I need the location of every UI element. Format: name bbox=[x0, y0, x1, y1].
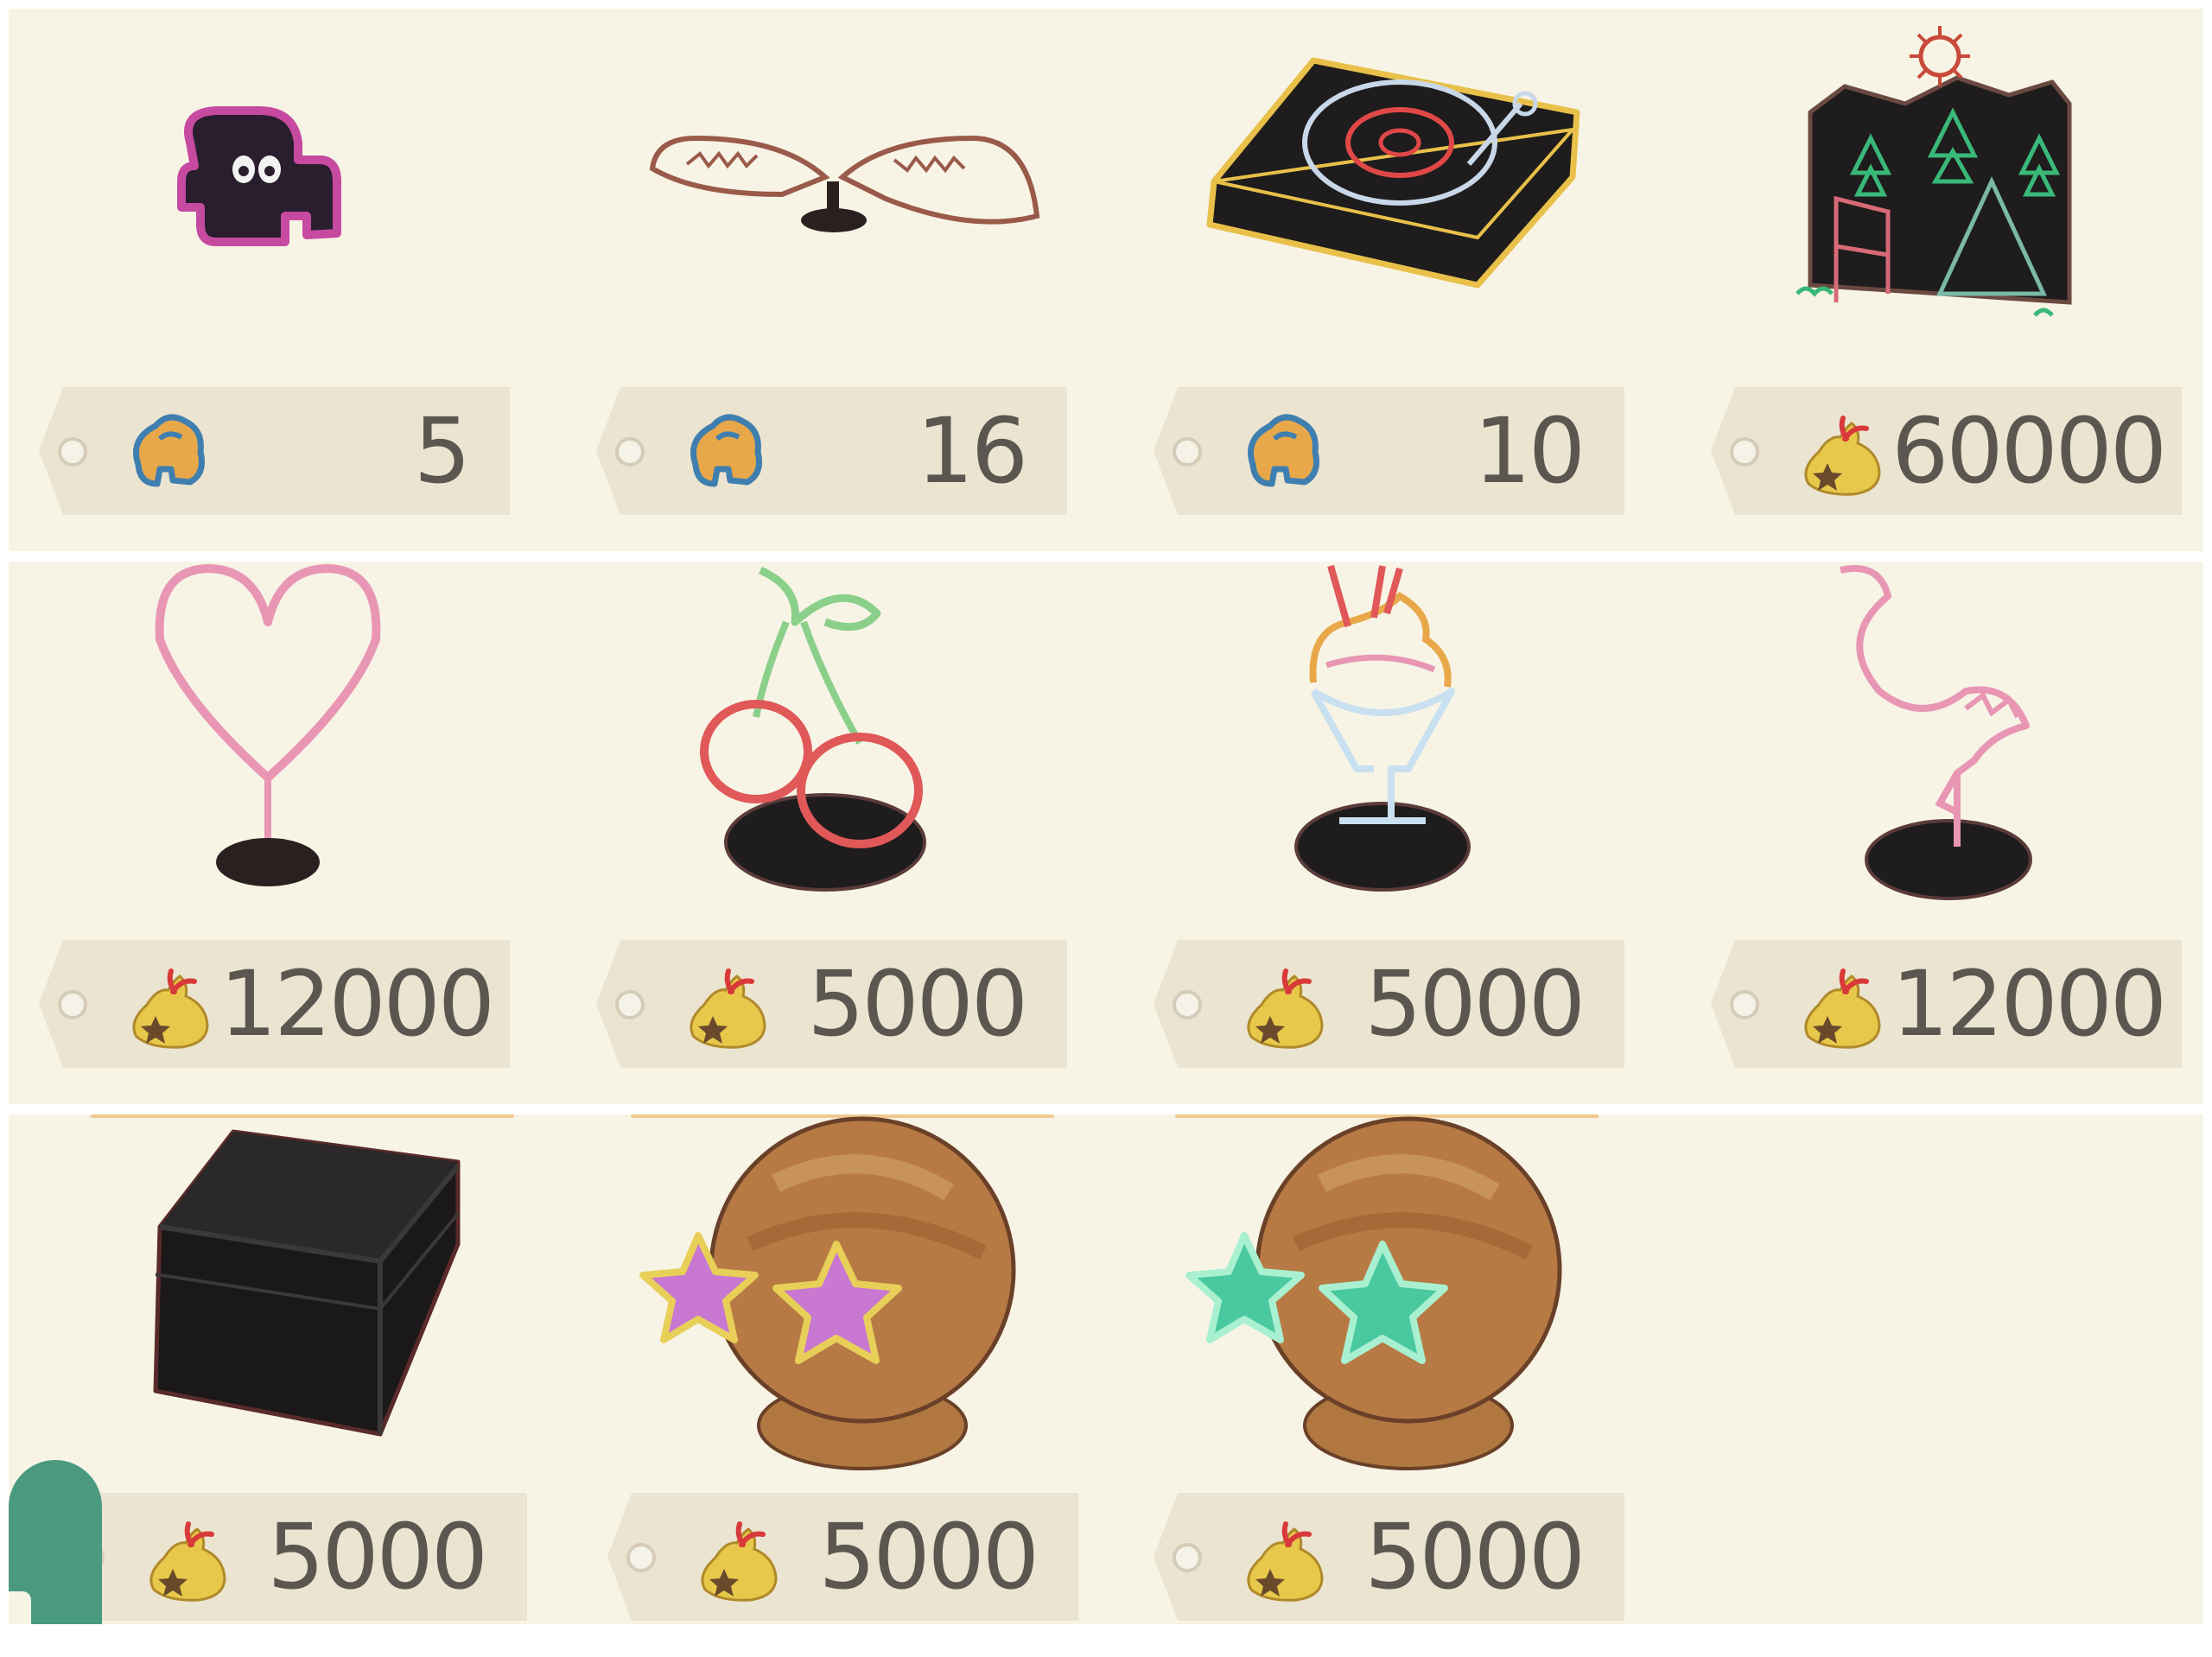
price-tag: 5 bbox=[39, 387, 510, 515]
price-value: 12000 bbox=[1891, 951, 2167, 1057]
tag-hole bbox=[1173, 437, 1202, 467]
catalog-item[interactable]: 10 bbox=[1123, 9, 1642, 551]
price-tag: 5000 bbox=[607, 1493, 1078, 1621]
price-tag: 12000 bbox=[1711, 940, 2182, 1068]
price-tag: 10 bbox=[1154, 387, 1624, 515]
catalog-row-2: 12000 5000 5000 12000 bbox=[9, 562, 2203, 1104]
nook-miles-icon bbox=[121, 404, 216, 499]
neon-ghost-icon bbox=[9, 9, 527, 397]
catalog-item[interactable]: 5000 bbox=[1123, 562, 1642, 1104]
tag-hole bbox=[1730, 990, 1759, 1019]
price-value: 5000 bbox=[807, 951, 1028, 1057]
nook-miles-icon bbox=[1236, 404, 1331, 499]
bells-bag-icon bbox=[678, 957, 773, 1052]
price-tag: 5000 bbox=[1154, 940, 1624, 1068]
green-star-glasses-head-icon bbox=[1123, 1114, 1642, 1503]
tag-hole bbox=[1173, 990, 1202, 1019]
catalog-item[interactable]: 60000 bbox=[1681, 9, 2199, 551]
bells-bag-icon bbox=[1793, 404, 1888, 499]
price-value: 12000 bbox=[219, 951, 495, 1057]
catalog-item[interactable]: 12000 bbox=[9, 562, 527, 1104]
tag-hole bbox=[1730, 437, 1759, 467]
tag-hole bbox=[615, 437, 645, 467]
neon-heart-icon bbox=[9, 562, 527, 950]
black-box-icon bbox=[26, 1114, 544, 1503]
bells-bag-icon bbox=[690, 1510, 785, 1605]
tag-hole bbox=[615, 990, 645, 1019]
bells-bag-icon bbox=[121, 957, 216, 1052]
price-tag: 12000 bbox=[39, 940, 510, 1068]
catalog-item[interactable]: 5000 bbox=[1123, 1114, 1642, 1657]
price-tag: 5000 bbox=[56, 1493, 527, 1621]
catalog-item[interactable]: 12000 bbox=[1681, 562, 2199, 1104]
nook-miles-icon bbox=[678, 404, 773, 499]
price-tag: 16 bbox=[596, 387, 1067, 515]
bells-bag-icon bbox=[138, 1510, 233, 1605]
catalog-item[interactable]: 16 bbox=[566, 9, 1084, 551]
tag-hole bbox=[1173, 1543, 1202, 1572]
bells-bag-icon bbox=[1793, 957, 1888, 1052]
tag-hole bbox=[626, 1543, 656, 1572]
price-value: 5000 bbox=[1364, 951, 1586, 1057]
bells-bag-icon bbox=[1236, 957, 1331, 1052]
price-tag: 60000 bbox=[1711, 387, 2182, 515]
price-value: 5 bbox=[413, 398, 471, 504]
catalog-item[interactable]: 5000 bbox=[26, 1114, 544, 1657]
neon-cherry-icon bbox=[566, 562, 1084, 950]
price-value: 60000 bbox=[1891, 398, 2167, 504]
catalog-row-1: 5 16 10 60000 bbox=[9, 9, 2203, 551]
catalog-row-3: 5000 5000 5000 bbox=[9, 1114, 2203, 1624]
price-value: 5000 bbox=[267, 1504, 488, 1609]
price-tag: 5000 bbox=[596, 940, 1067, 1068]
corner-tab-button[interactable] bbox=[9, 1460, 102, 1624]
pink-star-glasses-head-icon bbox=[577, 1114, 1096, 1503]
price-value: 5000 bbox=[818, 1504, 1039, 1609]
neon-camping-scene-icon bbox=[1681, 9, 2199, 397]
catalog-item[interactable]: 5 bbox=[9, 9, 527, 551]
catalog-item[interactable]: 5000 bbox=[566, 562, 1084, 1104]
price-value: 16 bbox=[916, 398, 1028, 504]
neon-parfait-icon bbox=[1123, 562, 1642, 950]
price-value: 5000 bbox=[1364, 1504, 1586, 1609]
tag-hole bbox=[58, 990, 87, 1019]
corner-tab-notch bbox=[9, 1591, 31, 1624]
price-tag: 5000 bbox=[1154, 1493, 1624, 1621]
tag-hole bbox=[58, 437, 87, 467]
bells-bag-icon bbox=[1236, 1510, 1331, 1605]
neon-turntable-icon bbox=[1123, 9, 1642, 397]
catalog-item[interactable]: 5000 bbox=[577, 1114, 1096, 1657]
neon-wings-icon bbox=[566, 9, 1084, 397]
neon-flamingo-icon bbox=[1681, 562, 2199, 950]
price-value: 10 bbox=[1473, 398, 1586, 504]
